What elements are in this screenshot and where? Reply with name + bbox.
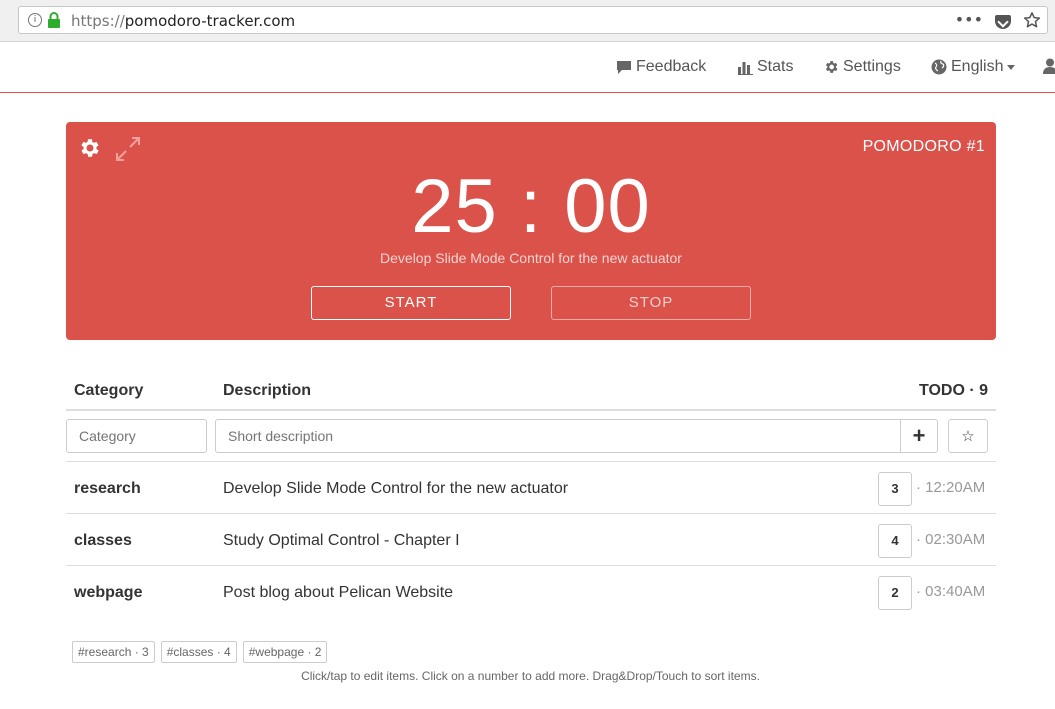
task-time: · 02:30AM [916,531,986,548]
task-time: · 12:20AM [916,479,986,496]
language-dropdown[interactable]: English [931,58,1016,76]
tag-list: #research · 3 #classes · 4 #webpage · 2 [72,641,328,663]
tag-classes[interactable]: #classes · 4 [160,641,237,663]
timer-panel: POMODORO #1 25 : 00 Develop Slide Mode C… [66,122,996,340]
pomodoro-count-button[interactable]: 4 [878,524,912,558]
todo-counter: TODO · 9 [918,382,988,399]
start-button[interactable]: START [311,286,511,320]
stop-button[interactable]: STOP [551,286,751,320]
timer-separator: : [519,164,543,249]
description-input[interactable] [215,419,901,453]
pocket-icon[interactable] [995,14,1011,29]
task-description[interactable]: Post blog about Pelican Website [223,584,453,602]
pomodoro-number: POMODORO #1 [862,138,985,155]
task-description[interactable]: Develop Slide Mode Control for the new a… [223,480,568,498]
settings-link[interactable]: Settings [823,58,901,76]
add-task-button[interactable]: + [900,419,938,453]
top-navbar: Feedback Stats Settings English [0,42,1055,93]
task-row[interactable]: research Develop Slide Mode Control for … [66,461,996,514]
fullscreen-icon[interactable] [115,136,141,162]
page-actions-icon[interactable]: ••• [955,10,983,30]
caret-down-icon [1007,64,1016,70]
task-category[interactable]: research [74,480,141,498]
timer-clock: 25 : 00 [66,164,996,250]
comment-icon [617,60,631,74]
timer-seconds: 00 [564,164,651,249]
timer-minutes: 25 [411,164,498,249]
category-input[interactable] [66,419,207,453]
url-text[interactable]: https://pomodoro-tracker.com [71,12,295,30]
feedback-link[interactable]: Feedback [616,58,706,76]
pomodoro-count-button[interactable]: 2 [878,576,912,610]
task-row[interactable]: classes Study Optimal Control - Chapter … [66,513,996,566]
pomodoro-count-button[interactable]: 3 [878,472,912,506]
globe-icon [931,59,947,75]
description-column-header: Description [223,382,312,399]
header-divider [66,409,996,411]
user-icon [1043,58,1055,74]
task-time: · 03:40AM [916,583,986,600]
task-row[interactable]: webpage Post blog about Pelican Website … [66,565,996,618]
task-category[interactable]: webpage [74,584,142,602]
task-description[interactable]: Study Optimal Control - Chapter I [223,532,460,550]
current-task: Develop Slide Mode Control for the new a… [380,250,682,266]
tag-webpage[interactable]: #webpage · 2 [242,641,328,663]
category-column-header: Category [74,382,144,399]
help-text: Click/tap to edit items. Click on a numb… [301,669,760,683]
star-button[interactable]: ☆ [948,419,988,453]
gear-icon [825,61,838,73]
url-host: pomodoro-tracker.com [124,12,296,30]
bookmark-star-icon[interactable] [1023,11,1041,29]
stats-link[interactable]: Stats [738,58,793,76]
tag-research[interactable]: #research · 3 [72,641,155,663]
task-category[interactable]: classes [74,532,132,550]
info-icon[interactable]: i [28,13,42,27]
bar-chart-icon [738,61,753,75]
url-protocol: https:// [71,12,125,30]
feedback-label: Feedback [636,58,707,75]
timer-settings-icon[interactable] [77,136,101,160]
lock-icon [48,12,60,28]
stats-label: Stats [757,58,794,75]
browser-toolbar: i https://pomodoro-tracker.com ••• [0,0,1055,42]
settings-label: Settings [843,58,901,75]
language-label: English [951,58,1004,75]
user-menu[interactable] [1043,58,1055,74]
address-bar[interactable]: i https://pomodoro-tracker.com ••• [18,6,1048,34]
